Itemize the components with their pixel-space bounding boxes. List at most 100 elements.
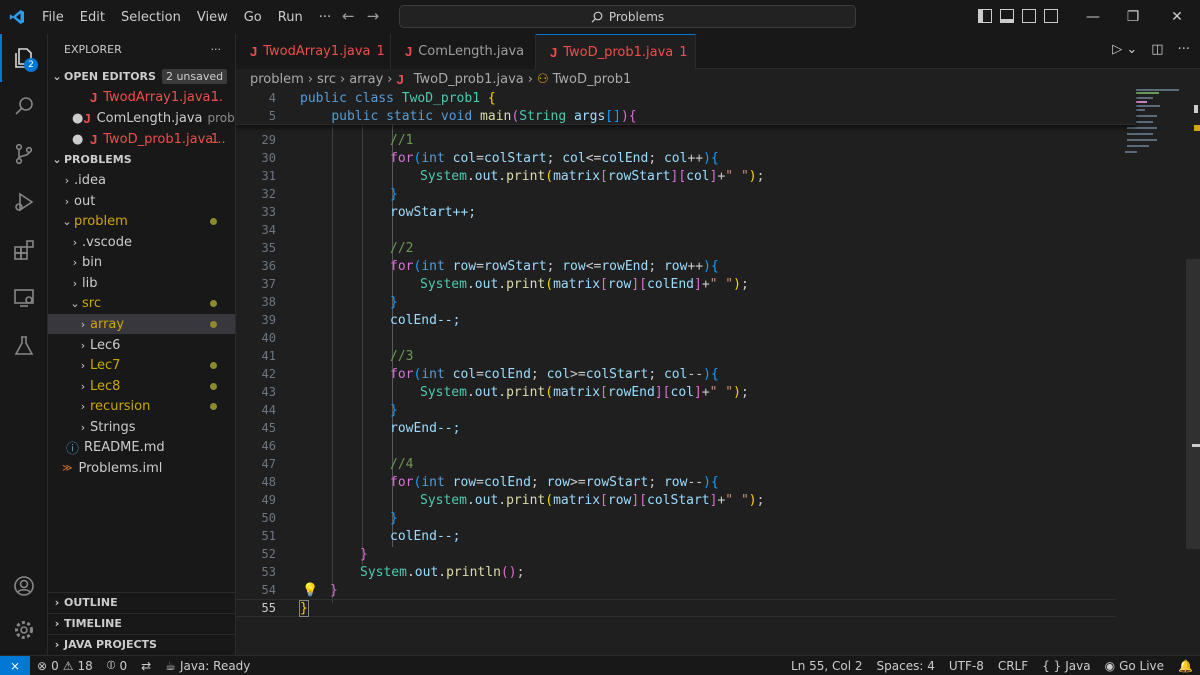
tab-comlength[interactable]: J ComLength.java [391,34,536,69]
line-number: 54 [261,583,276,597]
problems-status[interactable]: ⊗ 0 ⚠ 18 [30,659,100,673]
explorer-sidebar: EXPLORER ··· ⌄ OPEN EDITORS 2 unsaved J … [48,34,236,655]
ports-status[interactable]: ⦶ 0 [100,658,134,673]
line-number: 47 [261,457,276,471]
search-icon [591,11,603,23]
menu-edit[interactable]: Edit [72,10,113,25]
customize-layout-icon[interactable] [1044,9,1058,23]
source-control-icon[interactable] [0,130,48,178]
search-icon[interactable] [0,82,48,130]
breadcrumb-item[interactable]: array [349,72,383,87]
toggle-secondary-sidebar-icon[interactable] [1022,9,1036,23]
tree-item-lec7[interactable]: › Lec7 [48,355,235,375]
tree-label: bin [82,254,103,270]
java-file-icon: J [405,44,413,59]
tree-item-bin[interactable]: › bin [48,252,235,272]
tree-item-array[interactable]: › array [48,314,235,334]
outline-section[interactable]: › OUTLINE [48,592,235,612]
java-status[interactable]: ☕ Java: Ready [158,659,257,673]
tree-item-src[interactable]: ⌄ src [48,293,235,313]
java-icon: ☕ [165,658,176,673]
notifications-bell-icon[interactable]: 🔔 [1171,659,1200,673]
close-button[interactable]: ✕ [1154,0,1200,34]
modified-dot-icon [210,382,217,390]
breadcrumb-item[interactable]: problem [250,72,304,87]
tree-label: problem [74,213,128,229]
split-editor-icon[interactable]: ◫ [1151,42,1163,57]
forward-arrow-icon[interactable]: → [367,7,380,25]
menu-view[interactable]: View [189,10,236,25]
java-build-icon[interactable]: ⇄ [134,659,158,673]
ports-icon: ⦶ [106,658,116,672]
tree-label: lib [82,275,98,291]
line-endings[interactable]: CRLF [991,659,1035,673]
menu-run[interactable]: Run [270,10,311,25]
tree-item-out[interactable]: › out [48,191,235,211]
editor-scrollbar[interactable] [1186,89,1200,655]
run-java-icon[interactable]: ▷ ⌄ [1112,42,1137,57]
tree-item-recursion[interactable]: › recursion [48,396,235,416]
menu-file[interactable]: File [34,10,72,25]
tree-item-lec8[interactable]: › Lec8 [48,376,235,396]
problems-folder-section[interactable]: ⌄ PROBLEMS [48,149,235,169]
line-number: 4 [268,91,276,105]
explorer-more-button[interactable]: ··· [211,43,222,56]
java-status-label: Java: Ready [179,658,251,673]
line-number: 45 [261,421,276,435]
toggle-panel-icon[interactable] [1000,9,1014,23]
language-label: Java [1065,658,1091,673]
manage-gear-icon[interactable] [0,606,48,654]
encoding[interactable]: UTF-8 [942,659,991,673]
code-text: colEnd--; [390,312,461,328]
breadcrumb-item[interactable]: src [317,72,336,87]
restore-button[interactable]: ❐ [1110,0,1156,34]
open-editor-item[interactable]: ● J ComLength.java probl... [48,108,235,128]
tree-item-vscode[interactable]: › .vscode [48,232,235,252]
testing-icon[interactable] [0,322,48,370]
menu-selection[interactable]: Selection [113,10,189,25]
code-text: public static void main(String args[]){ [331,108,637,124]
breadcrumb-item[interactable]: TwoD_prob1.java [414,72,524,87]
open-editors-section[interactable]: ⌄ OPEN EDITORS 2 unsaved [48,66,235,86]
indentation[interactable]: Spaces: 4 [870,659,942,673]
tree-item-strings[interactable]: › Strings [48,417,235,437]
dirty-dot-icon[interactable]: ● [72,132,90,147]
toggle-primary-sidebar-icon[interactable] [978,9,992,23]
code-editor[interactable]: 4 public class TwoD_prob1 { 5 public sta… [236,89,1200,655]
modified-dot-icon [210,299,217,307]
more-actions-icon[interactable]: ··· [1178,42,1190,57]
cursor-position[interactable]: Ln 55, Col 2 [784,659,870,673]
tab-twod-prob1[interactable]: J TwoD_prob1.java 1 [536,34,696,69]
remote-indicator-icon[interactable]: ⨯ [0,655,30,675]
java-projects-section[interactable]: › JAVA PROJECTS [48,634,235,654]
run-debug-icon[interactable] [0,178,48,226]
menu-more[interactable]: ··· [311,10,339,25]
go-live-button[interactable]: ◉ Go Live [1098,659,1171,673]
open-editor-item[interactable]: ● J TwoD_prob1.java... 1 [48,129,235,149]
scrollbar-thumb[interactable] [1186,259,1200,549]
line-number: 30 [261,151,276,165]
tree-item-problem[interactable]: ⌄ problem [48,211,235,231]
sticky-scroll[interactable]: 4 public class TwoD_prob1 { 5 public sta… [236,89,1136,125]
back-arrow-icon[interactable]: ← [342,7,355,25]
remote-explorer-icon[interactable] [0,274,48,322]
breadcrumb-item[interactable]: TwoD_prob1 [553,72,632,87]
menu-go[interactable]: Go [236,10,270,25]
tree-item-idea[interactable]: › .idea [48,170,235,190]
tree-item-lec6[interactable]: › Lec6 [48,335,235,355]
accounts-icon[interactable] [0,562,48,610]
dirty-dot-icon[interactable]: ● [72,111,83,126]
tree-item-readme[interactable]: ⓘ README.md [48,437,235,457]
extensions-icon[interactable] [0,226,48,274]
timeline-section[interactable]: › TIMELINE [48,613,235,633]
java-file-icon: J [250,44,258,59]
open-editor-item[interactable]: J TwodArray1.java... 1 [48,87,235,107]
command-center-search[interactable]: Problems [399,5,856,28]
lightbulb-icon[interactable]: 💡 [302,583,318,598]
line-number: 34 [261,223,276,237]
language-mode[interactable]: { } Java [1035,659,1097,673]
tree-item-lib[interactable]: › lib [48,273,235,293]
tab-twodarray1[interactable]: J TwodArray1.java 1 [236,34,391,69]
tree-item-problems-iml[interactable]: ≫ Problems.iml [48,458,235,478]
explorer-icon[interactable]: 2 [0,34,48,82]
